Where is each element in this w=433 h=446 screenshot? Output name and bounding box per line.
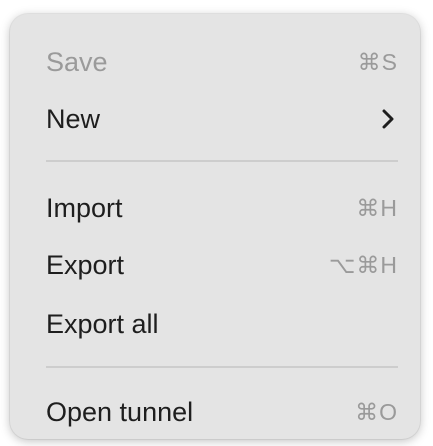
menu-item-label: Save [46,46,108,77]
context-menu: Save ⌘S New Import ⌘H Export ⌥⌘H Export … [10,14,420,439]
menu-item-label: Import [46,192,123,223]
menu-item-label: Export [46,249,125,280]
menu-item-export[interactable]: Export ⌥⌘H [46,240,398,290]
menu-item-save[interactable]: Save ⌘S [46,37,398,87]
shortcut-label: ⌥⌘H [328,251,398,278]
menu-item-import[interactable]: Import ⌘H [46,183,398,233]
menu-item-open-tunnel[interactable]: Open tunnel ⌘O [46,387,398,437]
menu-item-new[interactable]: New [46,94,398,144]
menu-separator [46,366,398,368]
menu-item-label: Open tunnel [46,396,194,427]
chevron-right-icon [378,106,398,132]
shortcut-label: ⌘O [355,398,398,425]
menu-item-label: New [46,103,101,134]
shortcut-label: ⌘H [356,194,398,221]
shortcut-label: ⌘S [357,48,398,75]
menu-separator [46,160,398,162]
menu-item-export-all[interactable]: Export all [46,299,398,349]
menu-item-label: Export all [46,308,159,339]
